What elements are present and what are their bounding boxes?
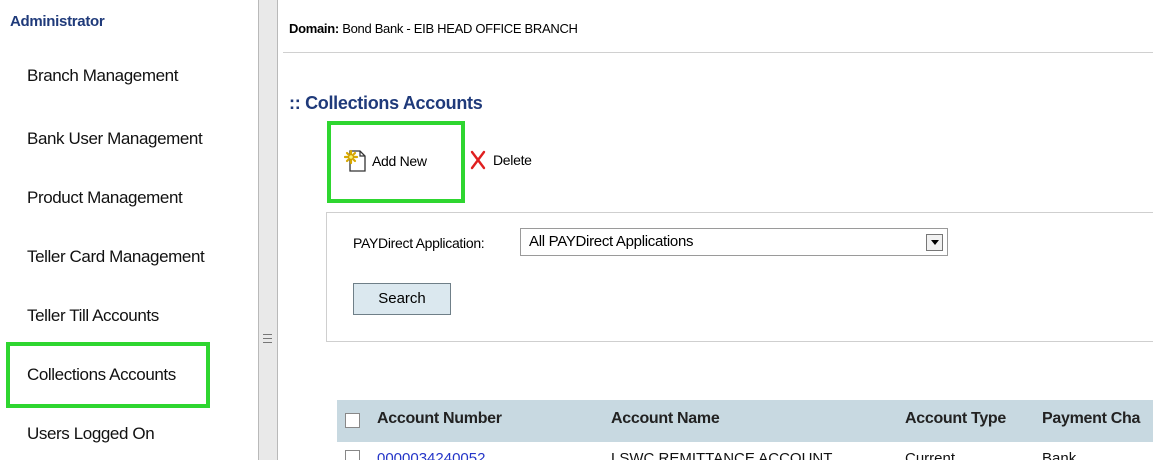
pane-splitter[interactable] — [258, 0, 278, 460]
sidebar: Administrator Branch Management Bank Use… — [0, 0, 258, 460]
account-number-link[interactable]: 0000034240052 — [377, 450, 485, 460]
sidebar-item-product-management[interactable]: Product Management — [27, 188, 183, 208]
page-title: :: Collections Accounts — [289, 93, 483, 113]
column-header-payment-channel[interactable]: Payment Cha — [1042, 410, 1140, 428]
paydirect-application-value: All PAYDirect Applications — [529, 233, 694, 250]
domain-value: Bond Bank - EIB HEAD OFFICE BRANCH — [342, 21, 578, 36]
row-checkbox[interactable] — [345, 450, 360, 460]
search-button[interactable]: Search — [353, 283, 451, 315]
column-header-account-number[interactable]: Account Number — [377, 410, 502, 428]
account-type-cell: Current — [905, 450, 956, 460]
account-name-cell: LSWC REMITTANCE ACCOUNT — [611, 450, 833, 460]
sidebar-item-branch-management[interactable]: Branch Management — [27, 66, 178, 86]
column-header-account-name[interactable]: Account Name — [611, 410, 720, 428]
column-header-account-type[interactable]: Account Type — [905, 410, 1006, 428]
highlight-box-add-new — [327, 121, 465, 203]
delete-button[interactable]: Delete — [469, 150, 532, 170]
splitter-grip-icon[interactable] — [263, 334, 272, 346]
delete-label: Delete — [493, 152, 532, 168]
delete-icon — [470, 150, 486, 170]
highlight-box-sidebar — [6, 342, 210, 408]
table-header: Account Number Account Name Account Type… — [337, 400, 1153, 442]
table-row: 0000034240052 LSWC REMITTANCE ACCOUNT Cu… — [337, 442, 1153, 460]
sidebar-item-teller-card-management[interactable]: Teller Card Management — [27, 247, 205, 267]
paydirect-application-label: PAYDirect Application: — [353, 235, 485, 251]
sidebar-item-users-logged-on[interactable]: Users Logged On — [27, 424, 155, 444]
sidebar-item-bank-user-management[interactable]: Bank User Management — [27, 129, 203, 149]
domain-label: Domain: — [289, 21, 339, 36]
divider — [283, 52, 1153, 53]
sidebar-item-teller-till-accounts[interactable]: Teller Till Accounts — [27, 306, 159, 326]
dropdown-arrow-icon[interactable] — [926, 234, 943, 251]
payment-channel-cell: Bank — [1042, 450, 1077, 460]
select-all-checkbox[interactable] — [345, 413, 360, 428]
paydirect-application-select[interactable]: All PAYDirect Applications — [520, 228, 948, 256]
domain-line: Domain: Bond Bank - EIB HEAD OFFICE BRAN… — [289, 21, 578, 36]
main-content: Domain: Bond Bank - EIB HEAD OFFICE BRAN… — [279, 0, 1153, 460]
search-panel: PAYDirect Application: All PAYDirect App… — [326, 212, 1153, 342]
